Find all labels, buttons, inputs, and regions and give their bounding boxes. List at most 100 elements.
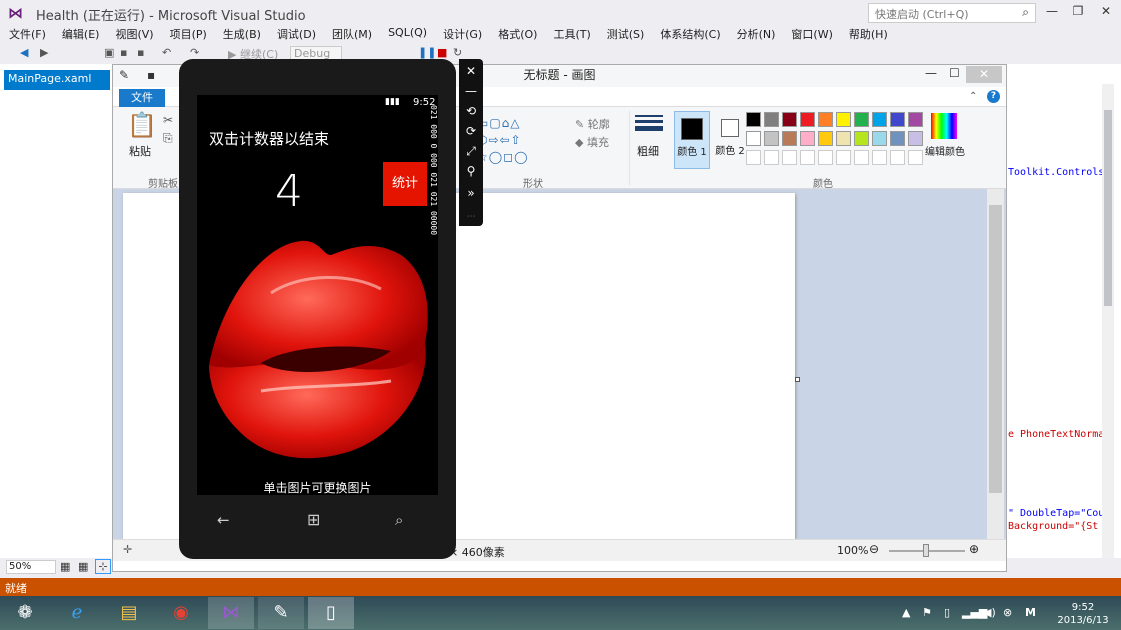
shapes-gallery[interactable]: ▭▢⌂△ ⬡⇨⇦⇧ ☆◯◻◯ xyxy=(477,115,557,166)
palette-swatch[interactable] xyxy=(890,150,905,165)
internet-explorer-icon[interactable]: ℯ xyxy=(54,597,100,629)
battery-icon[interactable]: ▯ xyxy=(944,606,950,619)
paint-minimize-button[interactable]: — xyxy=(925,66,937,80)
cut-icon[interactable]: ✂ xyxy=(163,113,173,127)
minimize-icon[interactable]: — xyxy=(459,81,483,101)
palette-swatch[interactable] xyxy=(836,150,851,165)
taskbar-clock[interactable]: 9:52 2013/6/13 xyxy=(1048,601,1118,627)
paint-taskbar-icon[interactable]: ✎ xyxy=(258,597,304,629)
lips-image[interactable] xyxy=(201,233,433,463)
paste-icon[interactable]: 📋 xyxy=(127,111,157,139)
back-icon[interactable]: ◀ xyxy=(20,46,28,59)
color1-button[interactable]: 颜色 1 xyxy=(674,111,710,169)
resize-handle[interactable] xyxy=(795,377,800,382)
windows-start-icon[interactable]: ⊞ xyxy=(307,510,320,529)
fill-button[interactable]: ◆ 填充 xyxy=(575,134,609,150)
paste-label[interactable]: 粘贴 xyxy=(129,143,151,159)
outline-button[interactable]: ✎ 轮廓 xyxy=(575,116,610,132)
edit-colors-label[interactable]: 编辑颜色 xyxy=(925,143,965,158)
pin-icon[interactable]: ⊡ xyxy=(12,85,21,98)
save-icon[interactable]: ▪ xyxy=(120,46,127,59)
undo-icon[interactable]: ↶ xyxy=(162,46,171,59)
open-icon[interactable]: ▣ xyxy=(104,46,114,59)
palette-swatch[interactable] xyxy=(890,131,905,146)
show-hidden-icons-icon[interactable]: ▲ xyxy=(902,606,910,619)
tab-file[interactable]: 文件 xyxy=(119,89,165,107)
menu-analyze[interactable]: 分析(N) xyxy=(737,26,776,44)
pause-icon[interactable]: ❚❚ xyxy=(418,46,436,59)
restart-icon[interactable]: ↻ xyxy=(453,46,462,59)
collapse-ribbon-icon[interactable]: ⌃ xyxy=(969,91,977,102)
menu-build[interactable]: 生成(B) xyxy=(223,26,261,44)
rotate-left-icon[interactable]: ⟲ xyxy=(459,101,483,121)
menu-debug[interactable]: 调试(D) xyxy=(277,26,316,44)
palette-swatch[interactable] xyxy=(782,112,797,127)
palette-swatch[interactable] xyxy=(746,112,761,127)
zoom-select[interactable]: 50% xyxy=(6,560,56,574)
menu-sql[interactable]: SQL(Q) xyxy=(388,26,427,44)
emulator-taskbar-icon[interactable]: ▯ xyxy=(308,597,354,629)
palette-swatch[interactable] xyxy=(908,150,923,165)
fit-icon[interactable]: ⊹ xyxy=(95,559,111,574)
palette-swatch[interactable] xyxy=(836,112,851,127)
menu-design[interactable]: 设计(G) xyxy=(443,26,482,44)
forward-icon[interactable]: ▶ xyxy=(40,46,48,59)
menu-test[interactable]: 测试(S) xyxy=(607,26,645,44)
paint-save-icon[interactable]: ▪ xyxy=(147,68,155,82)
code-scroll-thumb[interactable] xyxy=(1104,110,1112,306)
paint-maximize-button[interactable]: ☐ xyxy=(949,66,960,80)
menu-edit[interactable]: 编辑(E) xyxy=(62,26,100,44)
palette-swatch[interactable] xyxy=(872,131,887,146)
quick-launch-input[interactable]: 快速启动 (Ctrl+Q) ⌕ xyxy=(868,3,1036,23)
count-button[interactable]: 统计 xyxy=(383,162,427,206)
menu-format[interactable]: 格式(O) xyxy=(498,26,537,44)
restore-button[interactable]: ❐ xyxy=(1066,4,1090,22)
palette-swatch[interactable] xyxy=(746,150,761,165)
search-icon[interactable]: ⌕ xyxy=(395,511,403,529)
document-tab-mainpage[interactable]: MainPage.xaml ⊡ xyxy=(4,70,110,98)
palette-swatch[interactable] xyxy=(764,112,779,127)
zoom-slider-thumb[interactable] xyxy=(923,544,929,557)
menu-file[interactable]: 文件(F) xyxy=(9,26,46,44)
edit-colors-icon[interactable] xyxy=(931,113,957,139)
palette-swatch[interactable] xyxy=(872,112,887,127)
menu-team[interactable]: 团队(M) xyxy=(332,26,372,44)
palette-swatch[interactable] xyxy=(890,112,905,127)
flag-icon[interactable]: ⚑ xyxy=(922,606,932,619)
palette-swatch[interactable] xyxy=(818,150,833,165)
zoom-out-icon[interactable]: ⊖ xyxy=(869,542,879,556)
menu-project[interactable]: 项目(P) xyxy=(170,26,207,44)
copy-icon[interactable]: ⎘ xyxy=(163,131,173,146)
paint-scroll-thumb[interactable] xyxy=(989,205,1002,493)
palette-swatch[interactable] xyxy=(836,131,851,146)
chrome-icon[interactable]: ◉ xyxy=(158,597,204,629)
minimize-button[interactable]: — xyxy=(1040,4,1064,22)
file-explorer-icon[interactable]: ▤ xyxy=(106,597,152,629)
help-icon[interactable]: ? xyxy=(987,90,1000,103)
palette-swatch[interactable] xyxy=(800,150,815,165)
fit-to-screen-icon[interactable]: ⤢ xyxy=(459,141,483,161)
palette-swatch[interactable] xyxy=(764,150,779,165)
palette-swatch[interactable] xyxy=(908,112,923,127)
zoom-icon[interactable]: ⚲ xyxy=(459,161,483,181)
palette-swatch[interactable] xyxy=(800,131,815,146)
menu-architecture[interactable]: 体系结构(C) xyxy=(660,26,720,44)
palette-swatch[interactable] xyxy=(818,131,833,146)
palette-swatch[interactable] xyxy=(908,131,923,146)
rotate-right-icon[interactable]: ⟳ xyxy=(459,121,483,141)
more-tools-icon[interactable]: » xyxy=(459,183,483,203)
thickness-label[interactable]: 粗细 xyxy=(637,143,659,159)
palette-swatch[interactable] xyxy=(764,131,779,146)
notification-icon[interactable]: ⊗ xyxy=(1003,606,1012,619)
visual-studio-taskbar-icon[interactable]: ⋈ xyxy=(208,597,254,629)
start-orb-icon[interactable]: ❁ xyxy=(2,597,48,629)
palette-swatch[interactable] xyxy=(782,131,797,146)
redo-icon[interactable]: ↷ xyxy=(190,46,199,59)
palette-swatch[interactable] xyxy=(746,131,761,146)
palette-swatch[interactable] xyxy=(854,150,869,165)
palette-swatch[interactable] xyxy=(854,112,869,127)
volume-icon[interactable]: ◀) xyxy=(983,606,996,619)
zoom-in-icon[interactable]: ⊕ xyxy=(969,542,979,556)
color2-button[interactable]: 颜色 2 xyxy=(713,111,747,169)
menu-window[interactable]: 窗口(W) xyxy=(791,26,832,44)
